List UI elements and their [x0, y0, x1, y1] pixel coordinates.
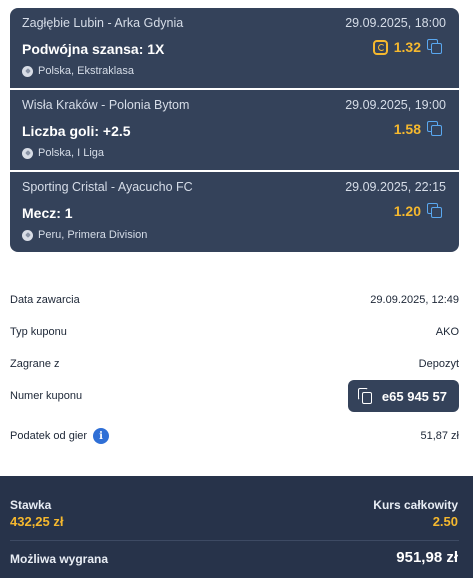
league: Peru, Primera Division [22, 229, 147, 241]
type-label: Typ kuponu [10, 326, 67, 338]
bet-odds: 1.58 [393, 121, 421, 137]
info-icon[interactable]: i [93, 428, 110, 444]
odds-group: 1.20 [394, 203, 443, 219]
bet-market: Podwójna szansa: 1X [22, 41, 165, 57]
date-value: 29.09.2025, 12:49 [370, 294, 459, 306]
type-value: AKO [435, 326, 459, 338]
total-odds-label: Kurs całkowity [373, 498, 458, 512]
odds-group: 1.32 [372, 39, 443, 55]
detail-row-number: Numer kuponu e65 945 57 [10, 380, 459, 412]
match-name: Sporting Cristal - Ayacucho FC [22, 180, 193, 194]
league: Polska, Ekstraklasa [22, 65, 134, 77]
detail-row-tax: Podatek od gier i 51,87 zł [10, 426, 459, 446]
match-date: 29.09.2025, 18:00 [345, 16, 446, 30]
football-icon [22, 229, 33, 241]
copy-icon [357, 388, 372, 404]
bet-odds: 1.20 [393, 203, 421, 219]
tax-label-group: Podatek od gier i [10, 428, 110, 444]
stake-value: 432,25 zł [10, 514, 64, 529]
football-icon [22, 147, 33, 159]
league: Polska, I Liga [22, 147, 104, 159]
match-name: Wisła Kraków - Polonia Bytom [22, 98, 190, 112]
bet-card[interactable]: Sporting Cristal - Ayacucho FC 29.09.202… [10, 172, 459, 252]
copy-coupon-number-button[interactable]: e65 945 57 [347, 380, 459, 412]
played-label: Zagrane z [10, 358, 60, 370]
total-odds-value: 2.50 [432, 514, 458, 529]
divider [10, 540, 459, 541]
detail-row-played: Zagrane z Depozyt [10, 354, 459, 374]
bet-card[interactable]: Wisła Kraków - Polonia Bytom 29.09.2025,… [10, 90, 459, 170]
league-name: Polska, Ekstraklasa [38, 65, 134, 77]
bet-market: Liczba goli: +2.5 [22, 123, 131, 139]
bet-card[interactable]: Zagłębie Lubin - Arka Gdynia 29.09.2025,… [10, 8, 459, 88]
detail-row-type: Typ kuponu AKO [10, 322, 459, 342]
bet-odds: 1.32 [393, 39, 421, 55]
football-icon [22, 65, 33, 77]
bet-market: Mecz: 1 [22, 205, 73, 221]
number-label: Numer kuponu [10, 390, 83, 402]
match-name: Zagłębie Lubin - Arka Gdynia [22, 16, 184, 30]
league-name: Peru, Primera Division [38, 229, 148, 241]
league-name: Polska, I Liga [38, 147, 105, 159]
bet-list: Zagłębie Lubin - Arka Gdynia 29.09.2025,… [10, 8, 459, 252]
tax-label: Podatek od gier [10, 430, 88, 442]
odds-group: 1.58 [394, 121, 443, 137]
possible-win-value: 951,98 zł [396, 549, 458, 566]
boost-icon [372, 39, 388, 55]
played-value: Depozyt [418, 358, 459, 370]
date-label: Data zawarcia [10, 294, 80, 306]
coupon-number: e65 945 57 [381, 388, 447, 404]
coupon-summary: Stawka 432,25 zł Kurs całkowity 2.50 Moż… [0, 476, 473, 578]
match-date: 29.09.2025, 19:00 [345, 98, 446, 112]
share-icon[interactable] [427, 39, 443, 55]
stake-label: Stawka [10, 498, 52, 512]
tax-value: 51,87 zł [420, 430, 459, 442]
share-icon[interactable] [427, 203, 443, 219]
possible-win-label: Możliwa wygrana [10, 552, 109, 566]
detail-row-date: Data zawarcia 29.09.2025, 12:49 [10, 290, 459, 310]
match-date: 29.09.2025, 22:15 [345, 180, 446, 194]
share-icon[interactable] [427, 121, 443, 137]
